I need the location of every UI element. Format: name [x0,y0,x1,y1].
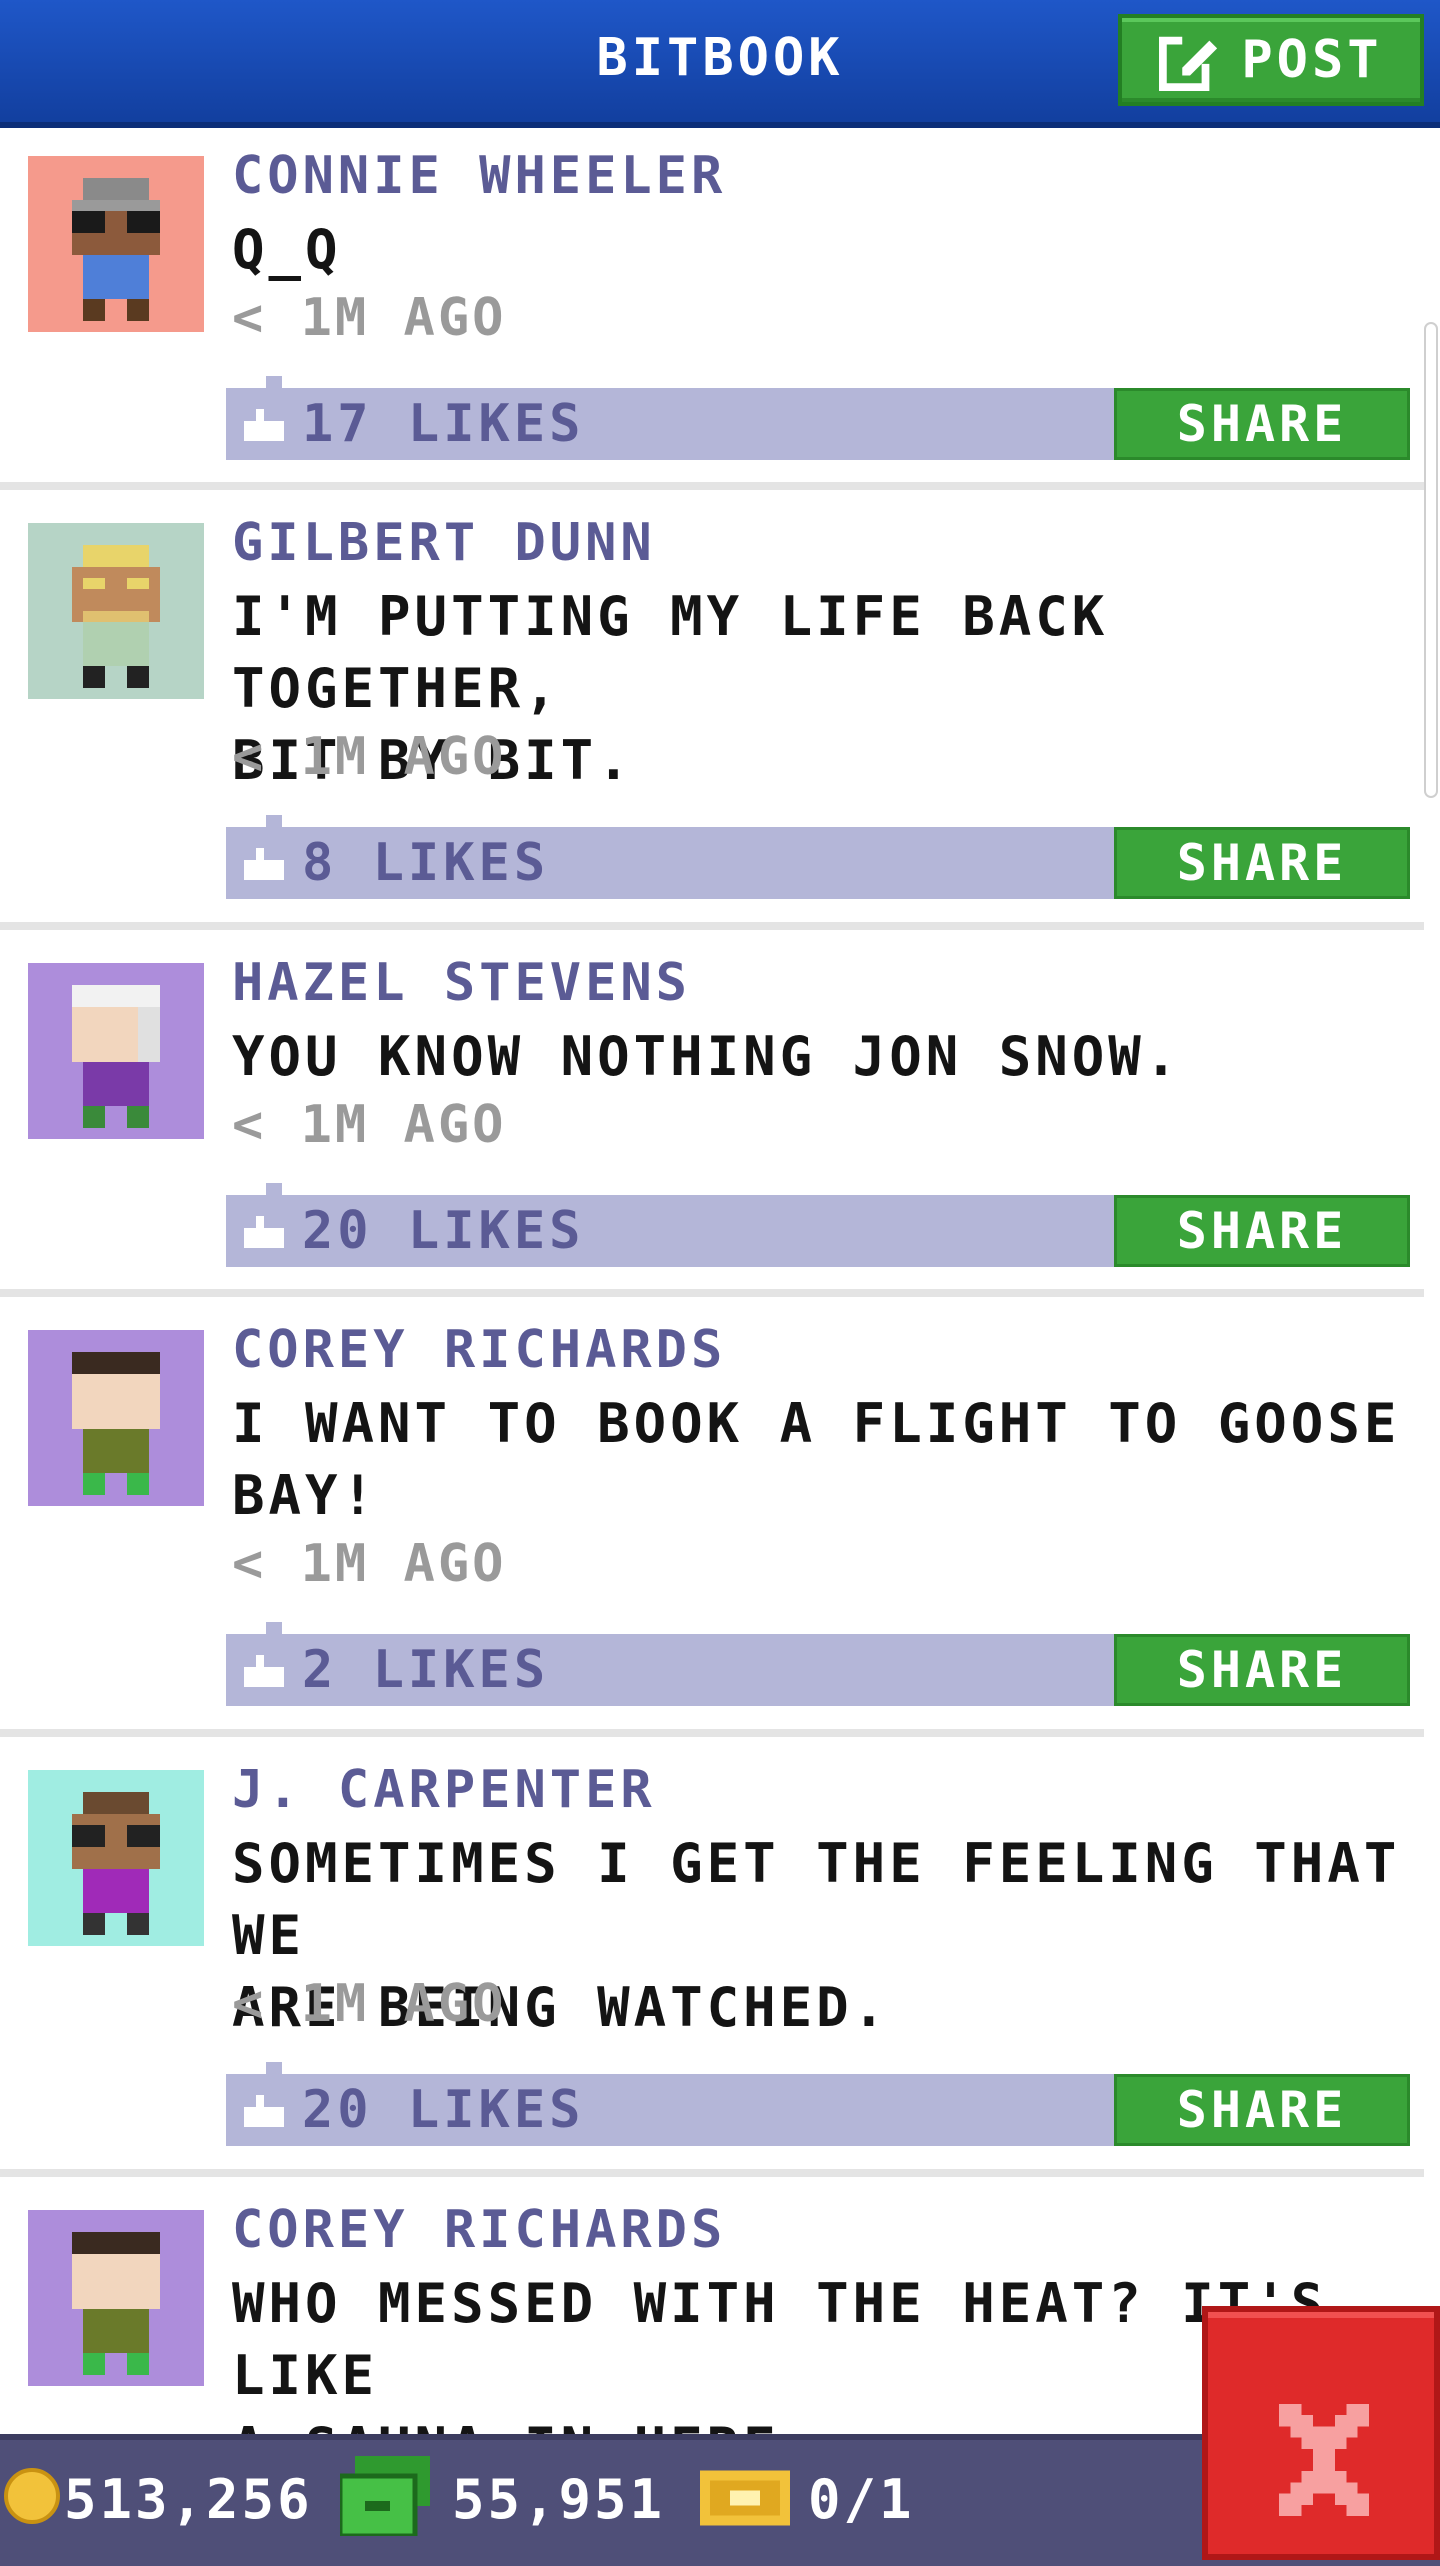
like-bar[interactable]: 2 LIKES SHARE [226,1622,1410,1706]
scrollbar[interactable] [1424,322,1438,798]
feed-post: CONNIE WHEELER Q_Q < 1M AGO 17 LIKES SHA… [0,128,1424,482]
feed-post: HAZEL STEVENS YOU KNOW NOTHING JON SNOW.… [0,935,1424,1289]
post-divider [0,1289,1424,1297]
avatar[interactable] [28,963,204,1139]
post-author[interactable]: HAZEL STEVENS [232,953,691,1013]
share-button[interactable]: SHARE [1114,2074,1410,2146]
post-timestamp: < 1M AGO [232,1974,507,2034]
coin-icon [4,2468,60,2524]
post-divider [0,2169,1424,2177]
like-count: 2 LIKES [302,1640,550,1700]
post-button[interactable]: POST [1118,14,1424,106]
thumbs-up-icon [244,409,284,441]
post-message: I WANT TO BOOK A FLIGHT TO GOOSE BAY! [232,1392,1401,1527]
post-button-label: POST [1241,30,1383,90]
feed-post: GILBERT DUNN I'M PUTTING MY LIFE BACK TO… [0,495,1424,922]
app-header: BITBOOK POST [0,0,1440,128]
avatar[interactable] [28,2210,204,2386]
post-timestamp: < 1M AGO [232,727,507,787]
post-author[interactable]: COREY RICHARDS [232,2200,726,2260]
like-count: 17 LIKES [302,394,585,454]
thumbs-up-icon [244,1655,284,1687]
coin-count: 513,256 [64,2468,313,2531]
share-button[interactable]: SHARE [1114,1195,1410,1267]
thumbs-up-icon [244,2095,284,2127]
cash-icon [340,2456,430,2536]
post-timestamp: < 1M AGO [232,288,507,348]
like-count: 8 LIKES [302,833,550,893]
feed-post: J. CARPENTER SOMETIMES I GET THE FEELING… [0,1742,1424,2169]
post-divider [0,922,1424,930]
ticket-count: 0/1 [808,2468,915,2531]
post-divider [0,482,1424,490]
like-bar[interactable]: 20 LIKES SHARE [226,2062,1410,2146]
avatar[interactable] [28,1770,204,1946]
avatar[interactable] [28,1330,204,1506]
like-count: 20 LIKES [302,2080,585,2140]
compose-icon [1159,32,1218,91]
ticket-icon [700,2470,790,2526]
post-timestamp: < 1M AGO [232,1534,507,1594]
like-bar[interactable]: 17 LIKES SHARE [226,376,1410,460]
share-button[interactable]: SHARE [1114,1634,1410,1706]
post-timestamp: < 1M AGO [232,1095,507,1155]
feed-post: COREY RICHARDS I WANT TO BOOK A FLIGHT T… [0,1302,1424,1729]
thumbs-up-icon [244,848,284,880]
post-divider [0,1729,1424,1737]
post-author[interactable]: J. CARPENTER [232,1760,656,1820]
post-author[interactable]: COREY RICHARDS [232,1320,726,1380]
post-author[interactable]: CONNIE WHEELER [232,146,726,206]
feed-list[interactable]: CONNIE WHEELER Q_Q < 1M AGO 17 LIKES SHA… [0,128,1440,2438]
close-button[interactable] [1202,2306,1440,2560]
post-author[interactable]: GILBERT DUNN [232,513,656,573]
avatar[interactable] [28,156,204,332]
post-message: Q_Q [232,218,342,281]
avatar[interactable] [28,523,204,699]
close-icon [1279,2404,1369,2516]
share-button[interactable]: SHARE [1114,388,1410,460]
share-button[interactable]: SHARE [1114,827,1410,899]
thumbs-up-icon [244,1216,284,1248]
like-bar[interactable]: 20 LIKES SHARE [226,1183,1410,1267]
bux-count: 55,951 [452,2468,666,2531]
like-bar[interactable]: 8 LIKES SHARE [226,815,1410,899]
like-count: 20 LIKES [302,1201,585,1261]
post-message: YOU KNOW NOTHING JON SNOW. [232,1025,1182,1088]
